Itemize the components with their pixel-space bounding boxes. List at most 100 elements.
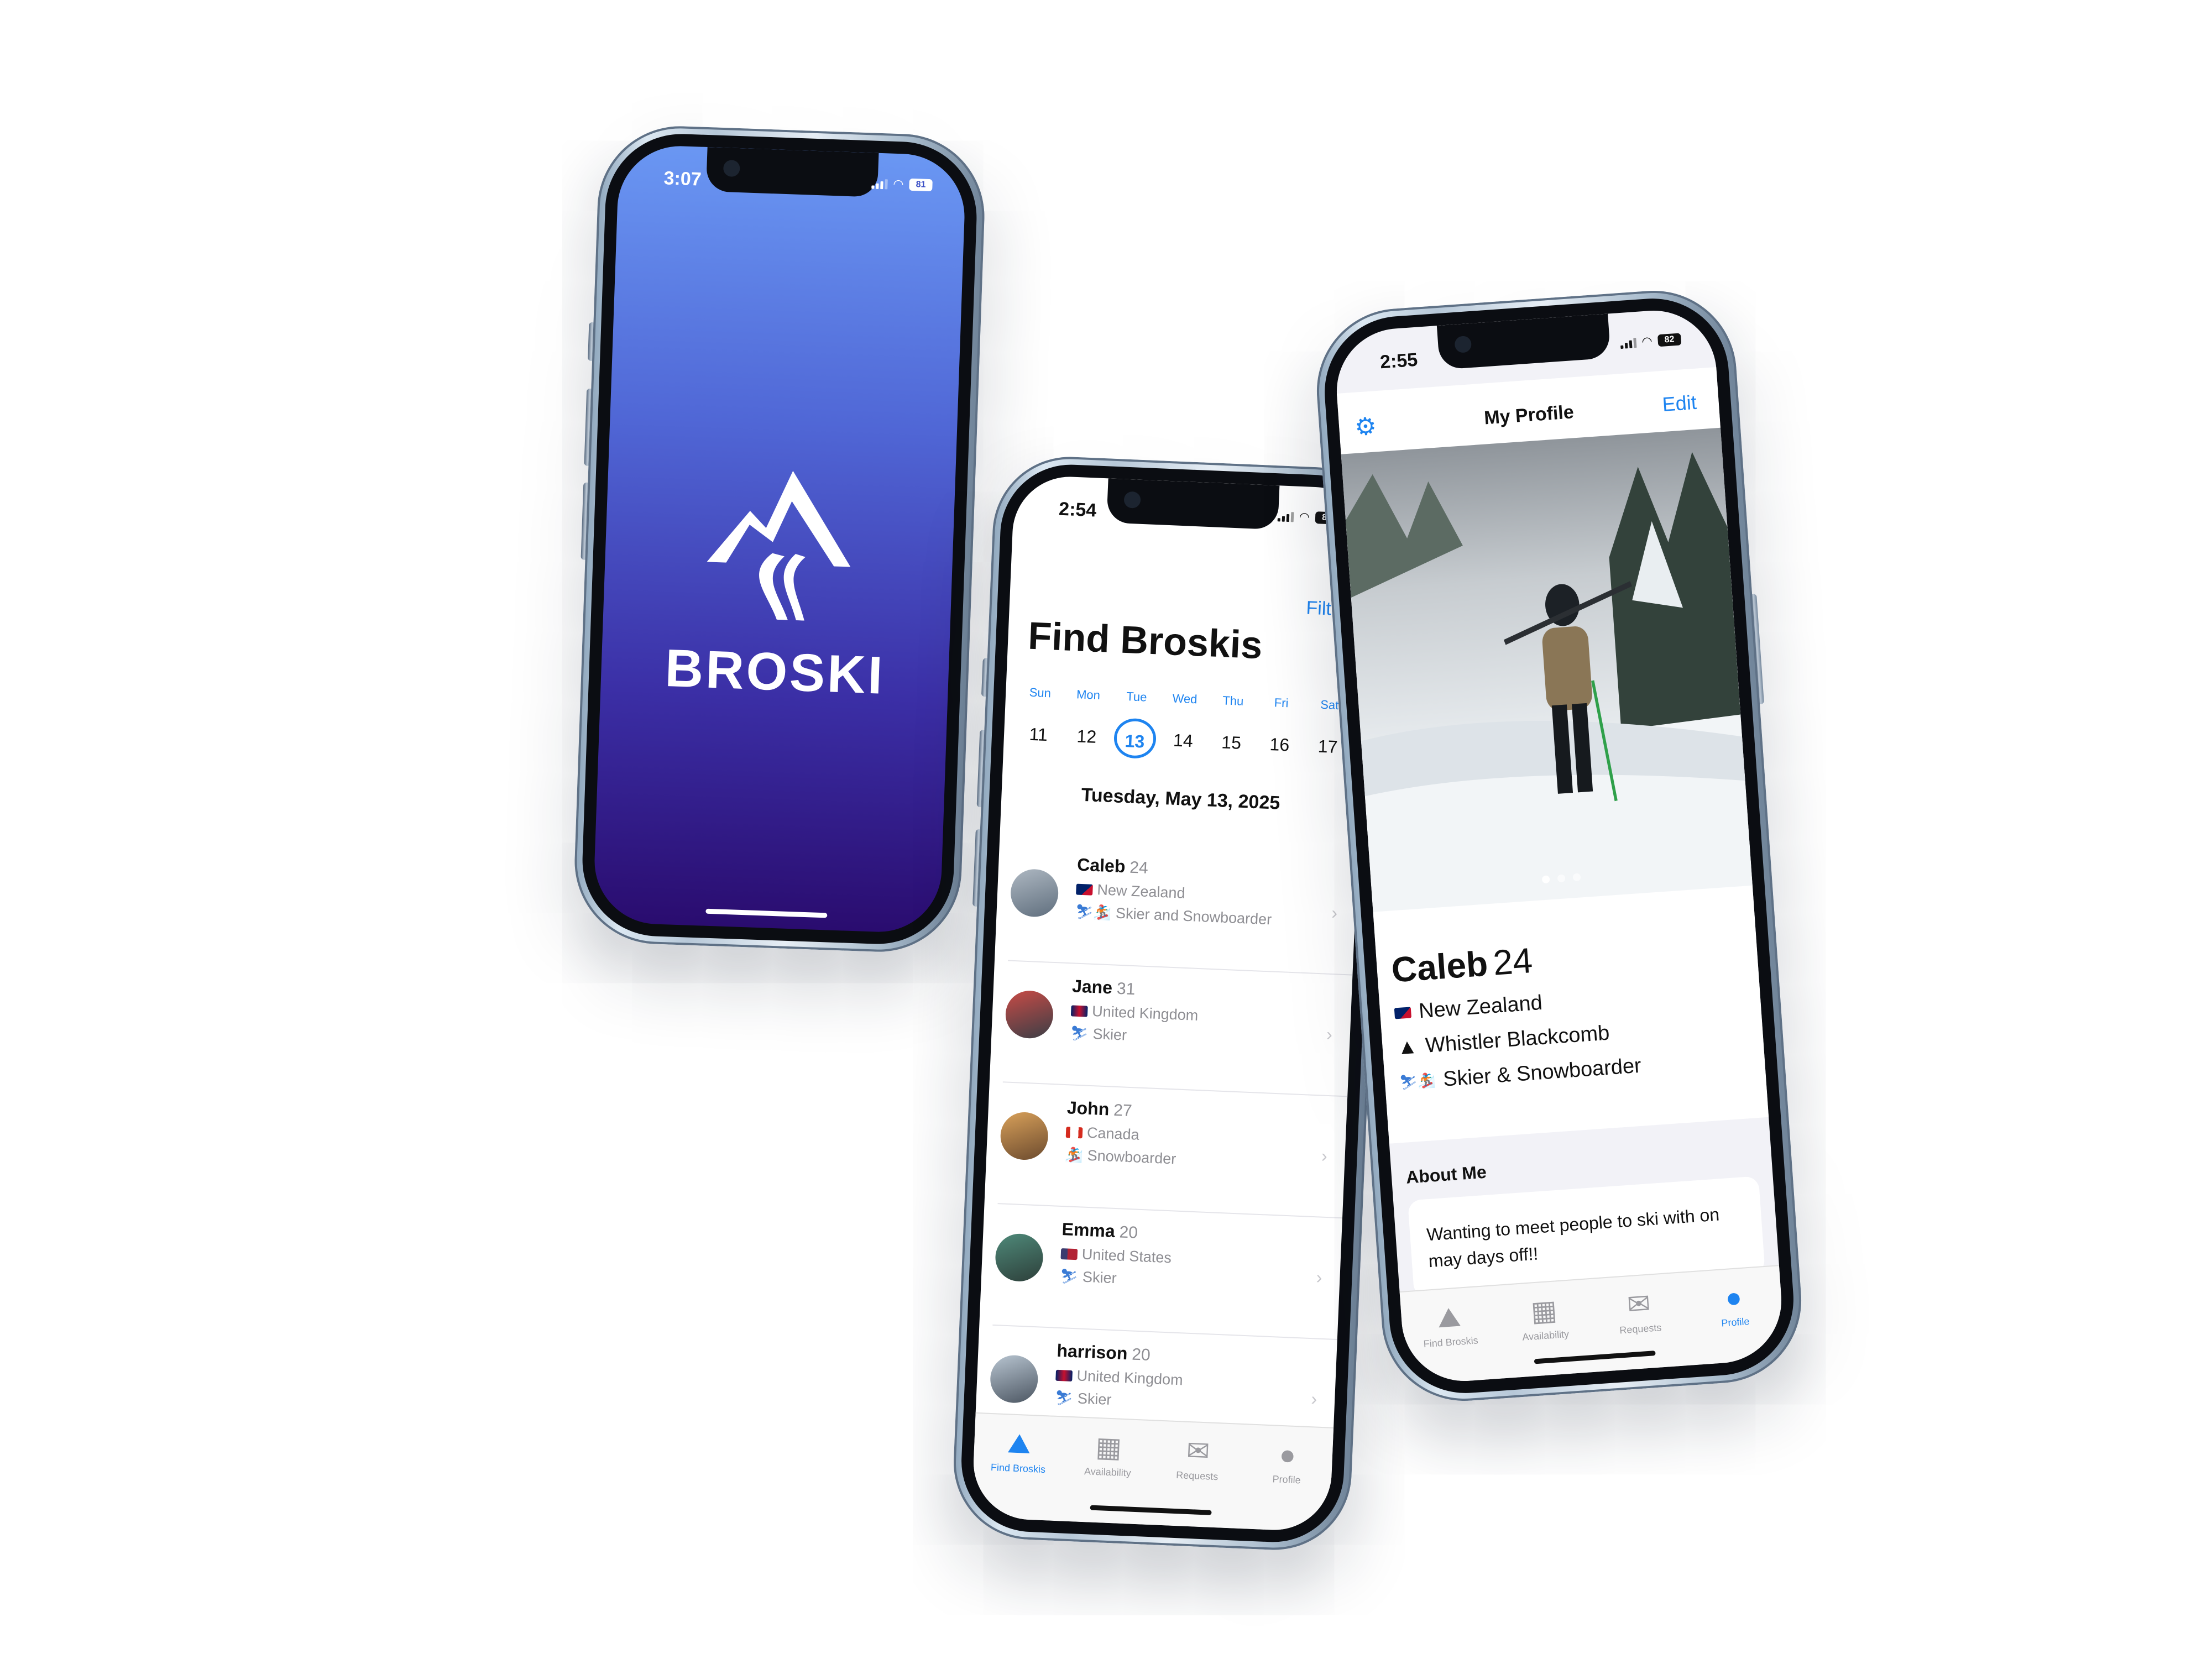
user-name: harrison xyxy=(1056,1340,1128,1364)
phone-find-broskis: 2:54 ◠ 83 Filter Find Broskis Sun11 Mon1… xyxy=(950,453,1394,1553)
status-icons: ◠ 81 xyxy=(871,177,933,192)
country-label: New Zealand xyxy=(1096,881,1186,902)
user-row[interactable]: Caleb 24 New Zealand ⛷🏂 Skier and Snowboar… xyxy=(1007,839,1358,976)
tab-label: Profile xyxy=(1272,1473,1301,1486)
profile-card: Caleb24 New Zealand ▲ Whistler Blackcomb … xyxy=(1373,885,1769,1144)
person-icon: ● xyxy=(1724,1281,1743,1313)
day-mon[interactable]: Mon 12 xyxy=(1065,687,1110,757)
user-name: John xyxy=(1066,1097,1110,1119)
calendar-icon: ▦ xyxy=(1530,1294,1559,1327)
mountains-icon: ⛰ xyxy=(1436,1301,1462,1334)
tab-label: Availability xyxy=(1521,1328,1570,1343)
profile-age: 24 xyxy=(1492,940,1534,983)
user-info: Caleb 24 New Zealand ⛷🏂 Skier and Snowboar… xyxy=(1075,855,1274,929)
user-age: 20 xyxy=(1118,1223,1138,1242)
tab-label: Profile xyxy=(1721,1316,1750,1329)
home-indicator[interactable] xyxy=(705,908,828,918)
user-country: New Zealand xyxy=(1076,881,1273,906)
status-time: 3:07 xyxy=(663,168,702,190)
country-label: United Kingdom xyxy=(1076,1367,1184,1389)
profile-photo xyxy=(1346,452,1753,912)
profile-name: Caleb xyxy=(1390,943,1489,990)
tab-bar: ⛰ Find Broskis ▦ Availability ✉ Requests ● P… xyxy=(971,1412,1334,1532)
avatar xyxy=(1005,990,1054,1039)
user-name: Emma xyxy=(1061,1219,1116,1242)
sport-label: Skier xyxy=(1082,1268,1117,1287)
user-row[interactable]: Emma 20 United States ⛷ Skier › xyxy=(992,1204,1342,1341)
status-icons: ◠ 82 xyxy=(1620,333,1682,349)
day-number: 14 xyxy=(1173,730,1194,751)
user-info: Emma 20 United States ⛷ Skier xyxy=(1060,1219,1173,1289)
chevron-right-icon: › xyxy=(1326,1024,1333,1045)
chevron-right-icon: › xyxy=(1321,1145,1328,1166)
tab-availability[interactable]: ▦ Availability xyxy=(1504,1292,1587,1378)
flag-nz-icon xyxy=(1076,883,1093,896)
sport-label: Skier xyxy=(1077,1390,1112,1409)
tab-label: Availability xyxy=(1084,1466,1132,1479)
day-thu[interactable]: Thu 15 xyxy=(1210,693,1254,763)
status-time: 2:55 xyxy=(1379,349,1419,373)
notch xyxy=(705,147,879,197)
skier-icon: ⛷ xyxy=(1054,1389,1074,1407)
status-time: 2:54 xyxy=(1058,498,1097,521)
wifi-icon: ◠ xyxy=(1299,509,1310,524)
person-icon: ● xyxy=(1278,1438,1297,1471)
skier-snowboarder-icon: ⛷🏂 xyxy=(1399,1071,1436,1091)
tab-profile[interactable]: ● Profile xyxy=(1246,1437,1327,1532)
sport-label: Skier and Snowboarder xyxy=(1115,904,1272,928)
tab-find-broskis[interactable]: ⛰ Find Broskis xyxy=(1409,1299,1492,1384)
about-heading: About Me xyxy=(1405,1161,1487,1187)
day-name: Fri xyxy=(1274,695,1289,710)
tab-label: Requests xyxy=(1175,1469,1219,1483)
tab-find-broskis[interactable]: ⛰ Find Broskis xyxy=(977,1426,1059,1521)
signal-icon xyxy=(1620,337,1637,349)
day-number: 11 xyxy=(1028,724,1048,745)
user-sport: 🏂 Snowboarder xyxy=(1065,1146,1176,1168)
skier-icon: ⛷ xyxy=(1059,1267,1079,1285)
country-label: United Kingdom xyxy=(1091,1002,1199,1024)
day-number: 12 xyxy=(1076,726,1097,747)
user-age: 27 xyxy=(1113,1101,1133,1121)
splash-screen: 3:07 ◠ 81 BROSKI xyxy=(592,144,967,934)
profile-photo-carousel[interactable] xyxy=(1341,427,1753,912)
chevron-right-icon: › xyxy=(1331,902,1338,923)
tab-label: Requests xyxy=(1619,1322,1662,1336)
flag-us-icon xyxy=(1060,1248,1078,1260)
user-sport: ⛷ Skier xyxy=(1054,1389,1182,1412)
day-name: Mon xyxy=(1076,687,1101,703)
flag-nz-icon xyxy=(1394,1006,1412,1019)
user-age: 24 xyxy=(1129,858,1149,877)
tab-label: Find Broskis xyxy=(990,1462,1046,1475)
user-row[interactable]: John 27 Canada 🏂 Snowboarder › xyxy=(997,1082,1348,1219)
day-number: 16 xyxy=(1269,734,1290,755)
avatar xyxy=(1010,868,1059,918)
battery-level: 82 xyxy=(1664,334,1675,345)
phone-my-profile: 2:55 ◠ 82 ⚙ My Profile Edit Caleb24 New … xyxy=(1311,285,1807,1407)
user-country: United Kingdom xyxy=(1055,1367,1183,1389)
envelope-icon: ✉ xyxy=(1626,1288,1652,1321)
page-title: Find Broskis xyxy=(1027,614,1263,667)
user-country: United Kingdom xyxy=(1070,1002,1199,1024)
user-country: United States xyxy=(1060,1245,1172,1267)
avatar xyxy=(989,1354,1039,1404)
my-profile-screen: 2:55 ◠ 82 ⚙ My Profile Edit Caleb24 New … xyxy=(1332,306,1786,1385)
user-country: Canada xyxy=(1065,1123,1177,1145)
user-name: Caleb xyxy=(1076,854,1126,877)
tab-profile[interactable]: ● Profile xyxy=(1694,1279,1777,1364)
day-tue[interactable]: Tue 13 xyxy=(1113,689,1158,760)
user-row[interactable]: Jane 31 United Kingdom ⛷ Skier › xyxy=(1002,961,1353,1097)
snowboarder-icon: 🏂 xyxy=(1064,1146,1084,1164)
day-sun[interactable]: Sun 11 xyxy=(1017,685,1061,755)
find-broskis-screen: 2:54 ◠ 83 Filter Find Broskis Sun11 Mon1… xyxy=(971,474,1373,1532)
day-wed[interactable]: Wed 14 xyxy=(1161,691,1206,761)
skier-icon: ⛷ xyxy=(1069,1024,1089,1042)
user-age: 31 xyxy=(1116,979,1136,999)
user-info: harrison 20 United Kingdom ⛷ Skier xyxy=(1054,1341,1184,1412)
battery-icon: 81 xyxy=(909,178,933,192)
day-number: 15 xyxy=(1221,732,1242,753)
day-fri[interactable]: Fri 16 xyxy=(1258,695,1303,765)
edit-button[interactable]: Edit xyxy=(1661,391,1697,416)
notch xyxy=(1106,478,1280,530)
mountains-icon: ⛰ xyxy=(1007,1427,1032,1459)
country-label: Canada xyxy=(1086,1124,1140,1143)
